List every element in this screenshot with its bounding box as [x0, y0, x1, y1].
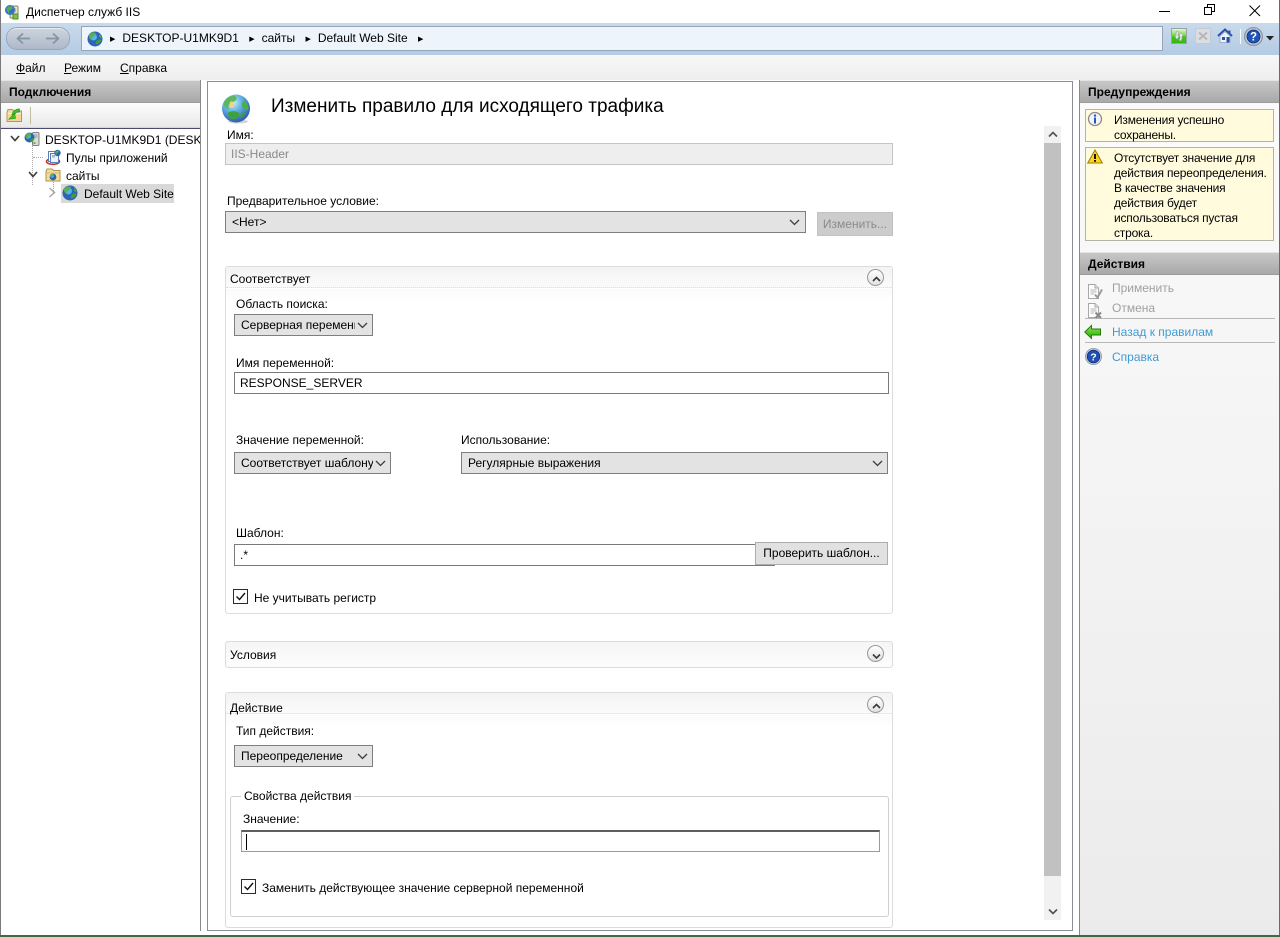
- svg-text:?: ?: [1090, 351, 1096, 363]
- svg-text:?: ?: [1250, 32, 1257, 44]
